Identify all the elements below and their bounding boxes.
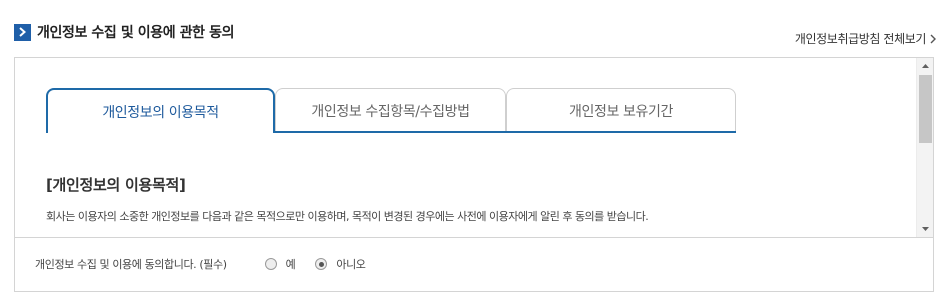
- consent-no-radio[interactable]: 아니오: [315, 256, 366, 272]
- vertical-scrollbar[interactable]: [916, 58, 933, 237]
- scroll-down-arrow-icon[interactable]: [917, 221, 933, 237]
- tab-label: 개인정보 보유기간: [569, 103, 673, 120]
- divider: [15, 237, 933, 238]
- tab-label: 개인정보의 이용목적: [102, 104, 219, 121]
- tab-retention-period[interactable]: 개인정보 보유기간: [506, 88, 736, 133]
- consent-yes-radio[interactable]: 예: [264, 256, 296, 272]
- section-title: 개인정보 수집 및 이용에 관한 동의: [37, 25, 235, 41]
- view-all-link-label: 개인정보취급방침 전체보기: [794, 32, 927, 46]
- scroll-up-arrow-icon[interactable]: [917, 58, 933, 74]
- radio-circle-checked-icon[interactable]: [315, 258, 328, 270]
- radio-label: 아니오: [336, 258, 366, 271]
- radio-circle-icon[interactable]: [264, 258, 277, 270]
- tab-usage-purpose[interactable]: 개인정보의 이용목적: [46, 88, 275, 133]
- tab-collection-items[interactable]: 개인정보 수집항목/수집방법: [275, 88, 506, 133]
- section-header: 개인정보 수집 및 이용에 관한 동의: [14, 22, 234, 42]
- content-title: [개인정보의 이용목적]: [46, 176, 186, 194]
- radio-label: 예: [285, 258, 296, 271]
- consent-label: 개인정보 수집 및 이용에 동의합니다. (필수): [35, 258, 227, 271]
- chevron-right-icon: [930, 34, 936, 44]
- consent-panel: 개인정보의 이용목적 개인정보 수집항목/수집방법 개인정보 보유기간 [개인정…: [14, 57, 934, 292]
- policy-scroll-area[interactable]: 개인정보의 이용목적 개인정보 수집항목/수집방법 개인정보 보유기간 [개인정…: [15, 58, 933, 237]
- chevron-right-icon: [14, 23, 31, 41]
- consent-row: 개인정보 수집 및 이용에 동의합니다. (필수) 예 아니오: [35, 255, 386, 273]
- tab-underline: [275, 131, 736, 133]
- scrollbar-thumb[interactable]: [919, 75, 932, 143]
- tab-label: 개인정보 수집항목/수집방법: [311, 103, 470, 120]
- view-all-privacy-policy-link[interactable]: 개인정보취급방침 전체보기: [795, 30, 936, 47]
- content-text: 회사는 이용자의 소중한 개인정보를 다음과 같은 목적으로만 이용하며, 목적…: [46, 210, 649, 223]
- policy-tabs: 개인정보의 이용목적 개인정보 수집항목/수집방법 개인정보 보유기간: [46, 88, 736, 133]
